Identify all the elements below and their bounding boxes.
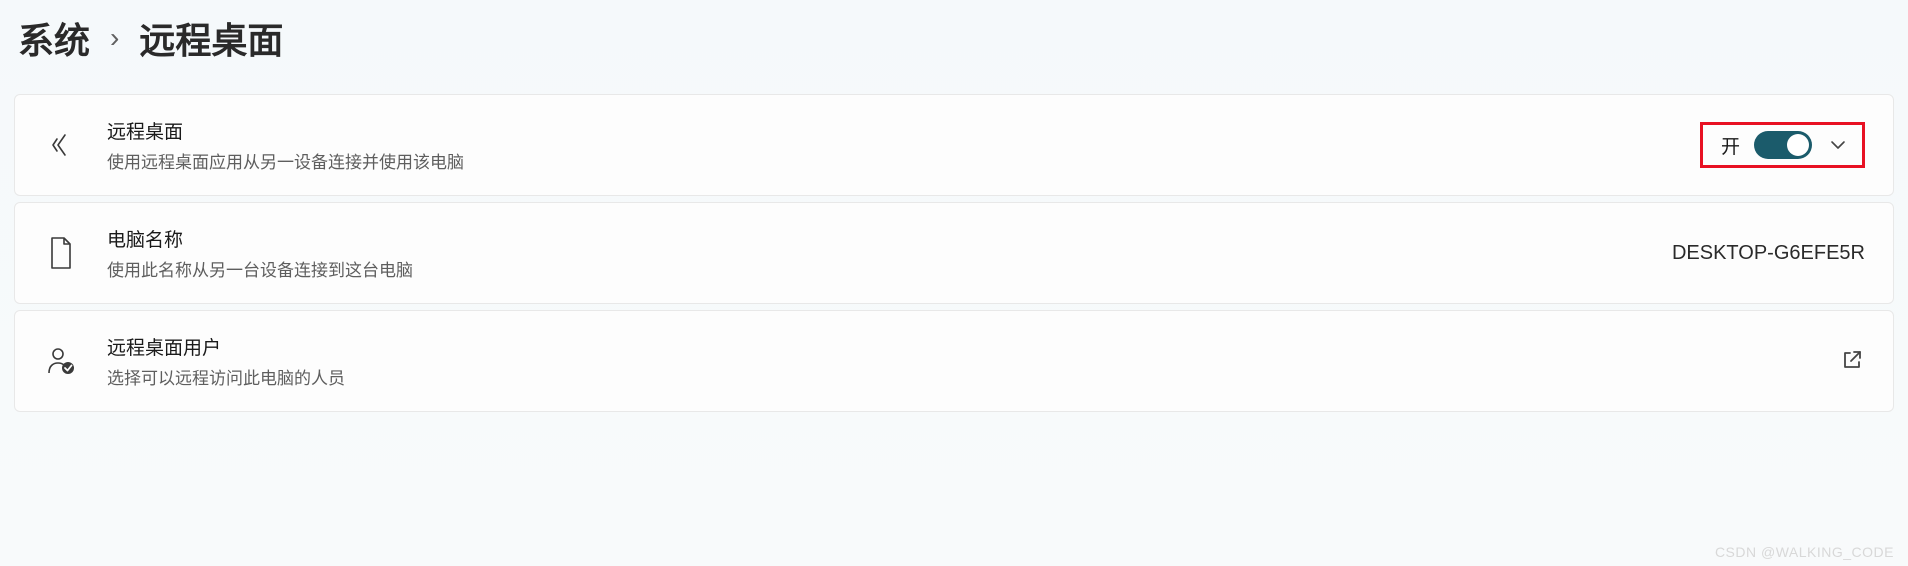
breadcrumb: 系统 › 远程桌面: [0, 0, 1908, 94]
remote-desktop-icon: [43, 127, 79, 163]
breadcrumb-current: 远程桌面: [139, 12, 283, 64]
settings-list: 远程桌面 使用远程桌面应用从另一设备连接并使用该电脑 开: [0, 94, 1908, 412]
setting-remote-desktop[interactable]: 远程桌面 使用远程桌面应用从另一设备连接并使用该电脑 开: [14, 94, 1894, 196]
watermark: CSDN @WALKING_CODE: [1715, 544, 1894, 560]
setting-title: 远程桌面: [107, 117, 1672, 144]
chevron-down-icon[interactable]: [1826, 133, 1850, 157]
setting-title: 远程桌面用户: [107, 333, 1813, 360]
setting-trailing: 开: [1700, 122, 1865, 168]
document-icon: [43, 235, 79, 271]
chevron-right-icon: ›: [110, 22, 119, 54]
setting-remote-desktop-users[interactable]: 远程桌面用户 选择可以远程访问此电脑的人员: [14, 310, 1894, 412]
setting-trailing: [1841, 349, 1865, 373]
setting-desc: 使用此名称从另一台设备连接到这台电脑: [107, 256, 1644, 281]
setting-desc: 选择可以远程访问此电脑的人员: [107, 364, 1813, 389]
setting-trailing: DESKTOP-G6EFE5R: [1672, 242, 1865, 265]
remote-desktop-toggle[interactable]: [1754, 131, 1812, 159]
setting-pc-name[interactable]: 电脑名称 使用此名称从另一台设备连接到这台电脑 DESKTOP-G6EFE5R: [14, 202, 1894, 304]
setting-text: 远程桌面 使用远程桌面应用从另一设备连接并使用该电脑: [107, 117, 1672, 173]
setting-title: 电脑名称: [107, 225, 1644, 252]
toggle-state-label: 开: [1721, 132, 1740, 159]
setting-text: 电脑名称 使用此名称从另一台设备连接到这台电脑: [107, 225, 1644, 281]
setting-text: 远程桌面用户 选择可以远程访问此电脑的人员: [107, 333, 1813, 389]
pc-name-value: DESKTOP-G6EFE5R: [1672, 242, 1865, 265]
setting-desc: 使用远程桌面应用从另一设备连接并使用该电脑: [107, 148, 1672, 173]
open-external-icon[interactable]: [1841, 349, 1865, 373]
toggle-highlight-box: 开: [1700, 122, 1865, 168]
toggle-knob: [1787, 134, 1809, 156]
users-check-icon: [43, 343, 79, 379]
breadcrumb-parent[interactable]: 系统: [18, 12, 90, 64]
